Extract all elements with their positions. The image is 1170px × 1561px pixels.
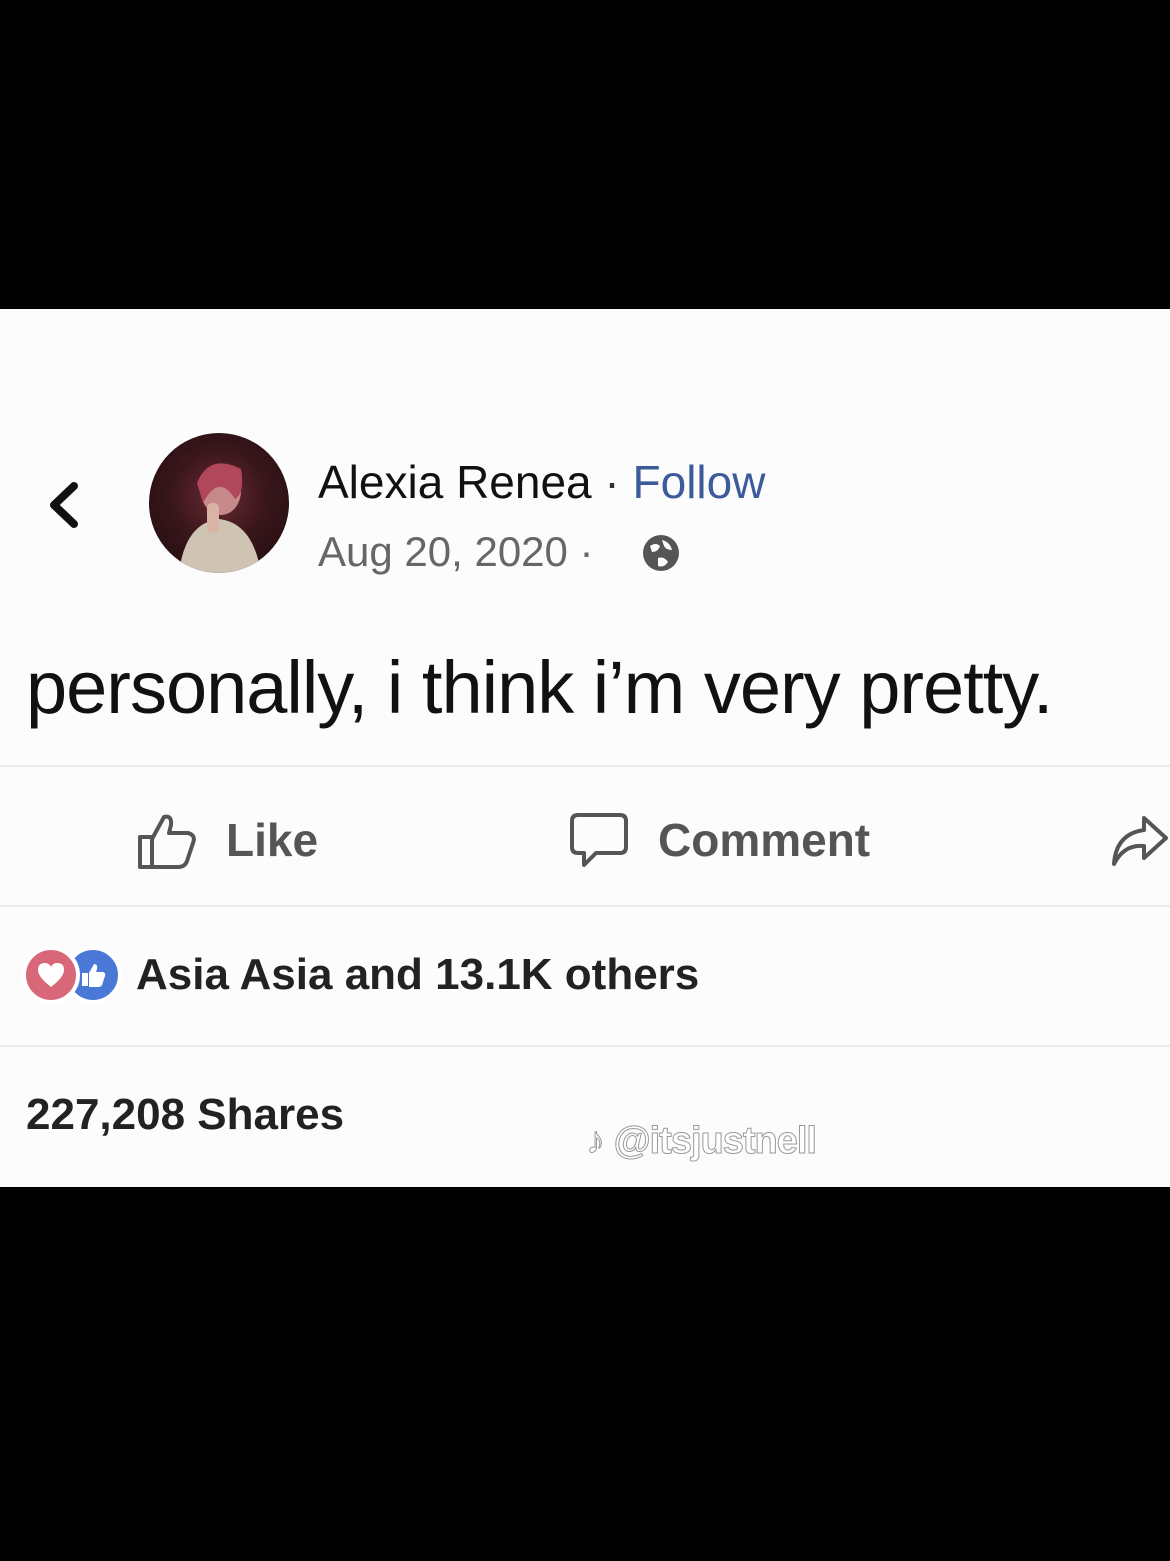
- comment-button[interactable]: Comment: [568, 800, 870, 880]
- post-card: [0, 309, 1170, 1187]
- avatar[interactable]: [149, 433, 289, 573]
- separator: ·: [591, 456, 633, 508]
- globe-icon: [643, 535, 679, 571]
- shares-count[interactable]: 227,208 Shares: [26, 1090, 344, 1140]
- post-date[interactable]: Aug 20, 2020 ·: [318, 528, 594, 576]
- follow-button[interactable]: Follow: [633, 456, 766, 508]
- divider: [0, 765, 1170, 767]
- post-text: personally, i think i’m very pretty.: [26, 646, 1053, 729]
- back-arrow-icon[interactable]: [40, 470, 90, 540]
- share-icon[interactable]: [1108, 812, 1170, 868]
- thumbs-up-icon: [138, 814, 196, 869]
- divider: [0, 905, 1170, 907]
- author-line: Alexia Renea · Follow: [318, 455, 765, 509]
- tiktok-note-icon: ♪: [586, 1120, 606, 1163]
- like-button[interactable]: Like: [136, 800, 318, 880]
- divider: [0, 1045, 1170, 1047]
- heart-reaction-icon: [22, 946, 80, 1004]
- tiktok-watermark: ♪ @itsjustnell: [586, 1120, 818, 1163]
- comment-icon: [570, 813, 628, 867]
- like-label: Like: [226, 814, 319, 866]
- comment-label: Comment: [658, 814, 871, 866]
- author-name[interactable]: Alexia Renea: [318, 456, 592, 508]
- watermark-text: @itsjustnell: [613, 1120, 817, 1163]
- reaction-summary[interactable]: Asia Asia and 13.1K others: [22, 945, 699, 1005]
- avatar-photo-icon: [179, 463, 261, 573]
- reaction-summary-text: Asia Asia and 13.1K others: [136, 950, 700, 999]
